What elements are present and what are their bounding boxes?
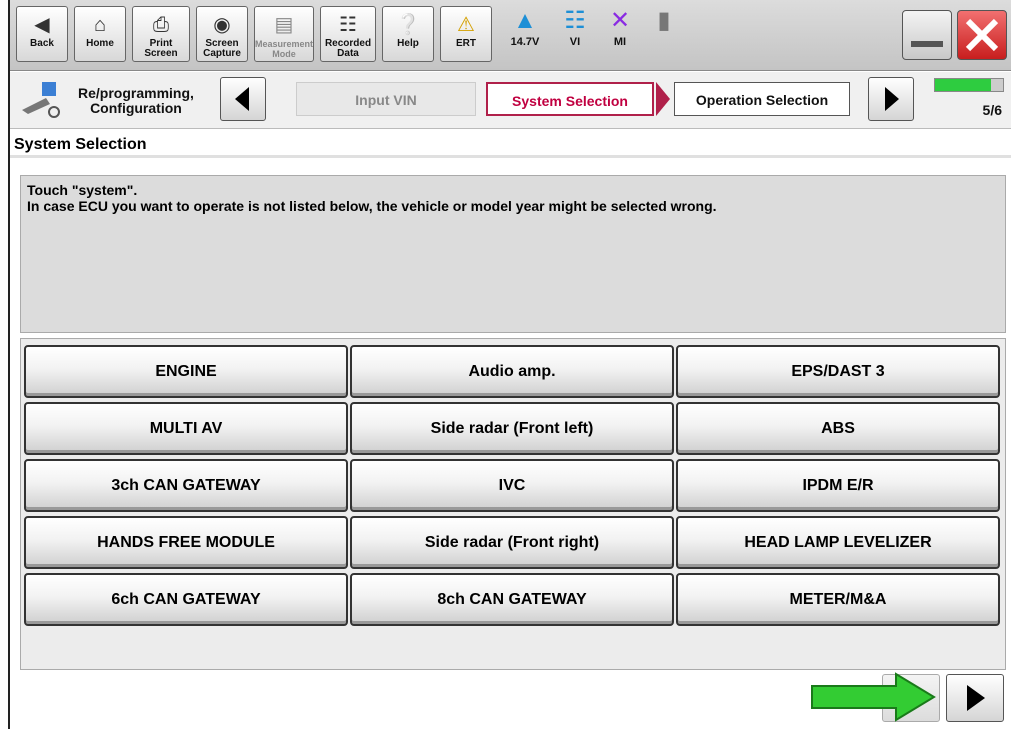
system-button-head-lamp-levelizer[interactable]: HEAD LAMP LEVELIZER (676, 516, 1000, 569)
mi-x-icon: ✕ (609, 7, 631, 34)
step-input-vin[interactable]: Input VIN (296, 82, 476, 116)
instruction-line-1: Touch "system". (27, 182, 138, 198)
connection-indicator: ▮ (644, 6, 684, 62)
car-battery-icon: ▲ (513, 7, 537, 34)
printer-icon: ⎙ (153, 14, 169, 36)
close-icon (965, 18, 999, 52)
help-button[interactable]: ❔ Help (382, 6, 434, 62)
back-arrow-icon: ◀ (34, 14, 50, 36)
system-button-meter-ma[interactable]: METER/M&A (676, 573, 1000, 626)
battery-status: ▲ 14.7V (498, 6, 552, 62)
system-button-engine[interactable]: ENGINE (24, 345, 348, 398)
warning-icon: ⚠ (457, 14, 475, 36)
home-icon: ⌂ (93, 14, 107, 36)
system-grid: ENGINE Audio amp. EPS/DAST 3 MULTI AV Si… (20, 338, 1006, 670)
system-button-abs[interactable]: ABS (676, 402, 1000, 455)
mode-label: Re/programming, Configuration (20, 80, 220, 120)
window-frame-left (0, 0, 10, 729)
measurement-icon: ▤ (274, 14, 294, 36)
connector-icon: ▮ (657, 7, 671, 34)
progress-bar (934, 78, 1004, 92)
green-arrow-annotation-icon (811, 672, 936, 722)
system-button-3ch-can-gateway[interactable]: 3ch CAN GATEWAY (24, 459, 348, 512)
system-button-multi-av[interactable]: MULTI AV (24, 402, 348, 455)
measurement-mode-button[interactable]: ▤ Measurement Mode (254, 6, 314, 62)
signal-icon: ☷ (564, 7, 586, 34)
system-button-audio-amp[interactable]: Audio amp. (350, 345, 674, 398)
next-step-button[interactable] (868, 77, 914, 121)
right-arrow-icon (885, 87, 899, 111)
toolbar: ◀ Back ⌂ Home ⎙ Print Screen ◉ Screen Ca… (10, 0, 1011, 71)
recorded-data-icon: ☷ (339, 14, 357, 36)
mi-status: ✕ MI (600, 6, 640, 62)
system-button-hands-free-module[interactable]: HANDS FREE MODULE (24, 516, 348, 569)
instruction-line-2: In case ECU you want to operate is not l… (27, 198, 717, 214)
instruction-message: Touch "system". In case ECU you want to … (20, 175, 1006, 333)
progress-text: 5/6 (982, 102, 1002, 118)
vi-status: ☷ VI (555, 6, 595, 62)
progress-indicator: 5/6 (934, 78, 1004, 122)
consult-app: ◀ Back ⌂ Home ⎙ Print Screen ◉ Screen Ca… (10, 0, 1011, 729)
step-system-selection[interactable]: System Selection (486, 82, 654, 116)
page-next-button[interactable] (946, 674, 1004, 722)
back-button[interactable]: ◀ Back (16, 6, 68, 62)
camera-icon: ◉ (213, 14, 231, 36)
recorded-data-button[interactable]: ☷ Recorded Data (320, 6, 376, 62)
print-screen-button[interactable]: ⎙ Print Screen (132, 6, 190, 62)
progress-fill (935, 79, 991, 91)
reprogramming-icon (22, 82, 60, 118)
question-icon: ❔ (395, 14, 421, 36)
system-button-ivc[interactable]: IVC (350, 459, 674, 512)
home-button[interactable]: ⌂ Home (74, 6, 126, 62)
step-operation-selection[interactable]: Operation Selection (674, 82, 850, 116)
system-button-side-radar-front-left[interactable]: Side radar (Front left) (350, 402, 674, 455)
left-arrow-icon (235, 87, 249, 111)
system-button-ipdm-er[interactable]: IPDM E/R (676, 459, 1000, 512)
screen-capture-button[interactable]: ◉ Screen Capture (196, 6, 248, 62)
minimize-icon (911, 41, 943, 47)
step-pointer-icon (656, 82, 670, 116)
system-button-side-radar-front-right[interactable]: Side radar (Front right) (350, 516, 674, 569)
page-title: System Selection (10, 132, 1011, 158)
navigation-bar: Re/programming, Configuration Input VIN … (10, 72, 1011, 129)
system-button-eps-dast3[interactable]: EPS/DAST 3 (676, 345, 1000, 398)
ert-button[interactable]: ⚠ ERT (440, 6, 492, 62)
previous-step-button[interactable] (220, 77, 266, 121)
minimize-button[interactable] (902, 10, 952, 60)
close-button[interactable] (957, 10, 1007, 60)
system-button-8ch-can-gateway[interactable]: 8ch CAN GATEWAY (350, 573, 674, 626)
mode-label-text: Re/programming, Configuration (78, 85, 194, 116)
system-button-6ch-can-gateway[interactable]: 6ch CAN GATEWAY (24, 573, 348, 626)
play-right-icon (967, 685, 985, 711)
